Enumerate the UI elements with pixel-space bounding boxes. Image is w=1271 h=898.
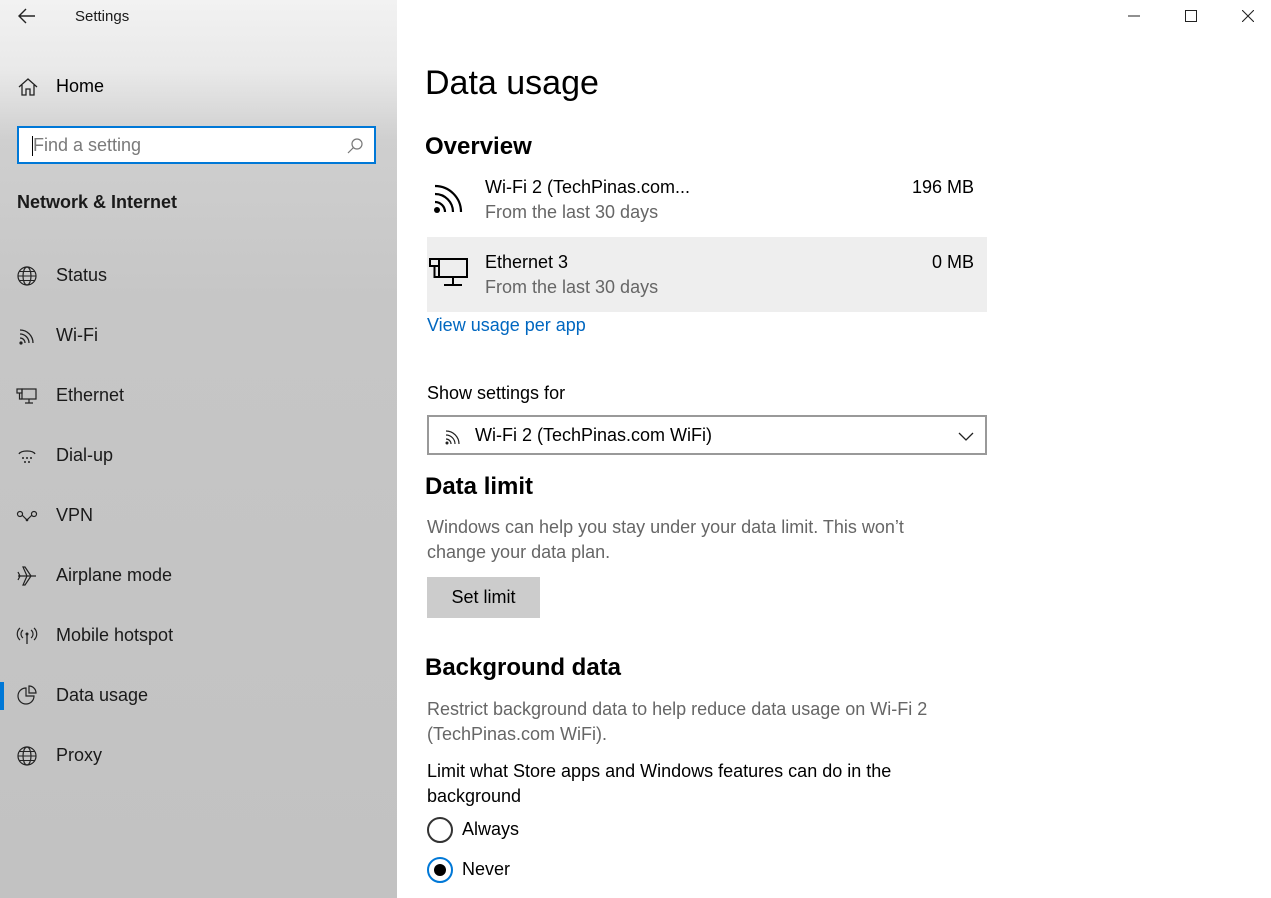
radio-circle[interactable] [427,817,453,843]
usage-row-wifi[interactable]: Wi-Fi 2 (TechPinas.com... From the last … [427,162,987,237]
sidebar-item-vpn[interactable]: VPN [0,493,397,539]
globe-icon [16,745,38,767]
usage-row-ethernet[interactable]: Ethernet 3 From the last 30 days 0 MB [427,237,987,312]
pie-chart-icon [16,685,38,707]
connection-period: From the last 30 days [485,202,659,222]
minimize-icon [1127,15,1140,17]
vpn-icon [16,505,38,527]
chevron-down-icon [957,427,975,445]
home-label: Home [56,76,105,96]
page-title: Data usage [425,64,599,102]
sidebar-item-label: Wi-Fi [56,325,98,345]
sidebar-item-label: Mobile hotspot [56,625,174,645]
radio-selected-dot [434,864,446,876]
overview-heading: Overview [425,133,532,160]
show-settings-label: Show settings for [427,383,566,403]
ethernet-icon [16,385,38,407]
sidebar-item-label: Proxy [56,745,103,765]
active-indicator [0,682,4,710]
usage-amount: 196 MB [911,177,974,197]
sidebar-item-ethernet[interactable]: Ethernet [0,373,397,419]
background-data-heading: Background data [425,654,622,681]
title-bar: Settings [0,0,397,32]
maximize-button[interactable] [1162,0,1219,32]
connection-name: Wi-Fi 2 (TechPinas.com... [485,177,691,197]
sidebar-item-label: Airplane mode [56,565,173,585]
dialup-icon [16,445,38,467]
search-input[interactable] [19,128,339,162]
sidebar-item-data-usage[interactable]: Data usage [0,673,397,719]
sidebar-item-status[interactable]: Status [0,253,397,299]
minimize-button[interactable] [1105,0,1162,32]
wifi-icon [429,176,471,218]
radio-label: Always [462,819,520,839]
sidebar-item-airplane-mode[interactable]: Airplane mode [0,553,397,599]
connection-name: Ethernet 3 [485,252,569,272]
sidebar-item-label: VPN [56,505,94,525]
selected-network: Wi-Fi 2 (TechPinas.com WiFi) [475,425,713,445]
usage-amount: 0 MB [931,252,974,272]
sidebar-item-label: Status [56,265,108,285]
sidebar-item-dialup[interactable]: Dial-up [0,433,397,479]
background-data-description: Restrict background data to help reduce … [427,699,928,744]
set-limit-button[interactable]: Set limit [427,577,540,618]
sidebar-item-label: Dial-up [56,445,114,465]
airplane-icon [16,565,38,587]
sidebar-item-mobile-hotspot[interactable]: Mobile hotspot [0,613,397,659]
search-box[interactable] [17,126,376,164]
sidebar-item-proxy[interactable]: Proxy [0,733,397,779]
sidebar-item-label: Data usage [56,685,149,705]
sidebar: Settings Home Network & Internet [0,0,397,898]
wifi-icon [443,427,463,447]
hotspot-icon [16,625,38,647]
sidebar-item-label: Ethernet [56,385,125,405]
wifi-icon [16,325,38,347]
main-content: Data usage Overview Wi-Fi 2 (TechPinas.c… [397,0,1271,898]
close-icon [1241,10,1254,22]
radio-always[interactable]: Always [427,815,727,845]
view-usage-per-app-link[interactable]: View usage per app [427,315,586,336]
maximize-icon [1184,10,1197,22]
globe-icon [16,265,38,287]
back-arrow-icon [18,8,35,24]
network-select-dropdown[interactable]: Wi-Fi 2 (TechPinas.com WiFi) [427,415,987,455]
close-button[interactable] [1219,0,1271,32]
back-button[interactable] [12,2,42,30]
ethernet-icon [429,251,471,293]
connection-period: From the last 30 days [485,277,659,297]
radio-label: Never [462,859,511,879]
sidebar-item-wifi[interactable]: Wi-Fi [0,313,397,359]
radio-never[interactable]: Never [427,855,727,885]
text-caret [32,136,33,156]
home-icon [17,76,39,98]
section-title: Network & Internet [17,192,178,212]
data-limit-description: Windows can help you stay under your dat… [427,517,904,562]
search-icon[interactable] [346,137,364,155]
app-title: Settings [75,8,130,25]
background-data-question: Limit what Store apps and Windows featur… [427,761,892,806]
data-limit-heading: Data limit [425,473,534,500]
home-nav-item[interactable]: Home [0,66,397,106]
